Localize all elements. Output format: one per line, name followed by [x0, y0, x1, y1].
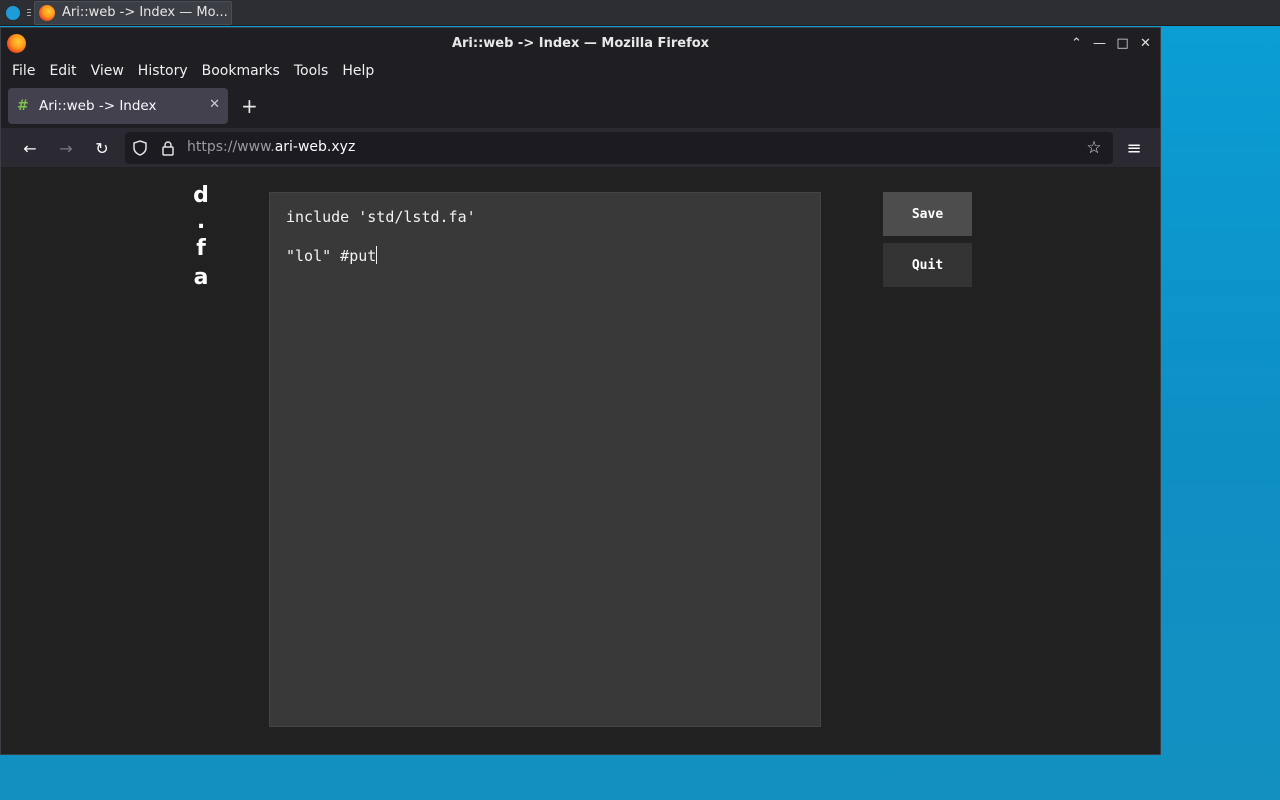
- window-controls: ⌃ — □ ✕: [1068, 33, 1154, 53]
- launcher-icon: [6, 5, 20, 20]
- app-launcher-button[interactable]: [0, 0, 26, 26]
- nav-toolbar: ← → ↻ https://www.ari-web.xyz ☆ ≡: [1, 128, 1160, 168]
- menu-history[interactable]: History: [131, 63, 195, 79]
- forward-arrow-icon[interactable]: →: [55, 137, 77, 159]
- code-editor[interactable]: include 'std/lstd.fa' "lol" #put: [269, 192, 821, 727]
- editor-line-text: "lol" #put: [286, 247, 377, 265]
- menu-edit[interactable]: Edit: [42, 63, 83, 79]
- tab-label: Ari::web -> Index: [39, 98, 157, 114]
- menu-bar: File Edit View History Bookmarks Tools H…: [1, 58, 1160, 84]
- lock-icon[interactable]: [159, 139, 177, 157]
- taskbar-handle-icon: [26, 0, 34, 26]
- editor-line: include 'std/lstd.fa': [286, 208, 476, 226]
- shield-icon[interactable]: [131, 139, 149, 157]
- logo-letter: d: [193, 183, 209, 208]
- firefox-icon: [39, 4, 55, 21]
- menu-help[interactable]: Help: [335, 63, 381, 79]
- tab-ari-web-index[interactable]: # Ari::web -> Index ✕: [8, 88, 228, 124]
- taskbar-task-label: Ari::web -> Index — Mo...: [62, 5, 228, 20]
- url-prefix: https://www.: [187, 139, 275, 155]
- new-tab-button[interactable]: +: [241, 94, 258, 118]
- hamburger-menu-icon[interactable]: ≡: [1123, 137, 1145, 159]
- menu-view[interactable]: View: [84, 63, 131, 79]
- taskbar: Ari::web -> Index — Mo...: [0, 0, 1280, 26]
- back-arrow-icon[interactable]: ←: [19, 137, 41, 159]
- hash-favicon-icon: #: [17, 98, 29, 114]
- logo-letter: .: [196, 209, 206, 234]
- text-caret: [376, 246, 378, 264]
- url-domain: ari-web.xyz: [274, 139, 356, 155]
- menu-tools[interactable]: Tools: [287, 63, 336, 79]
- logo-letter: f: [196, 236, 206, 261]
- close-icon[interactable]: ✕: [1137, 33, 1154, 53]
- bookmark-star-icon[interactable]: ☆: [1085, 138, 1103, 158]
- menu-file[interactable]: File: [5, 63, 42, 79]
- url-bar[interactable]: https://www.ari-web.xyz ☆: [125, 132, 1113, 164]
- browser-window: Ari::web -> Index — Mozilla Firefox ⌃ — …: [0, 27, 1161, 755]
- page-content: d . f a include 'std/lstd.fa' "lol" #put…: [1, 167, 1160, 754]
- minimize-icon[interactable]: —: [1091, 33, 1108, 53]
- editor-line-active: "lol" #put: [286, 246, 804, 265]
- reload-icon[interactable]: ↻: [91, 137, 113, 159]
- menu-bookmarks[interactable]: Bookmarks: [195, 63, 287, 79]
- window-titlebar[interactable]: Ari::web -> Index — Mozilla Firefox ⌃ — …: [1, 28, 1160, 58]
- taskbar-task-firefox[interactable]: Ari::web -> Index — Mo...: [34, 0, 232, 25]
- collapse-icon[interactable]: ⌃: [1068, 33, 1085, 53]
- site-logo: d . f a: [191, 181, 211, 292]
- save-button[interactable]: Save: [883, 192, 972, 236]
- maximize-icon[interactable]: □: [1114, 33, 1131, 53]
- logo-letter: a: [193, 265, 209, 290]
- tab-close-icon[interactable]: ✕: [209, 97, 220, 112]
- window-title: Ari::web -> Index — Mozilla Firefox: [451, 35, 710, 51]
- quit-button[interactable]: Quit: [883, 243, 972, 287]
- url-text[interactable]: https://www.ari-web.xyz: [187, 139, 355, 155]
- tab-strip: # Ari::web -> Index ✕ +: [1, 84, 1160, 128]
